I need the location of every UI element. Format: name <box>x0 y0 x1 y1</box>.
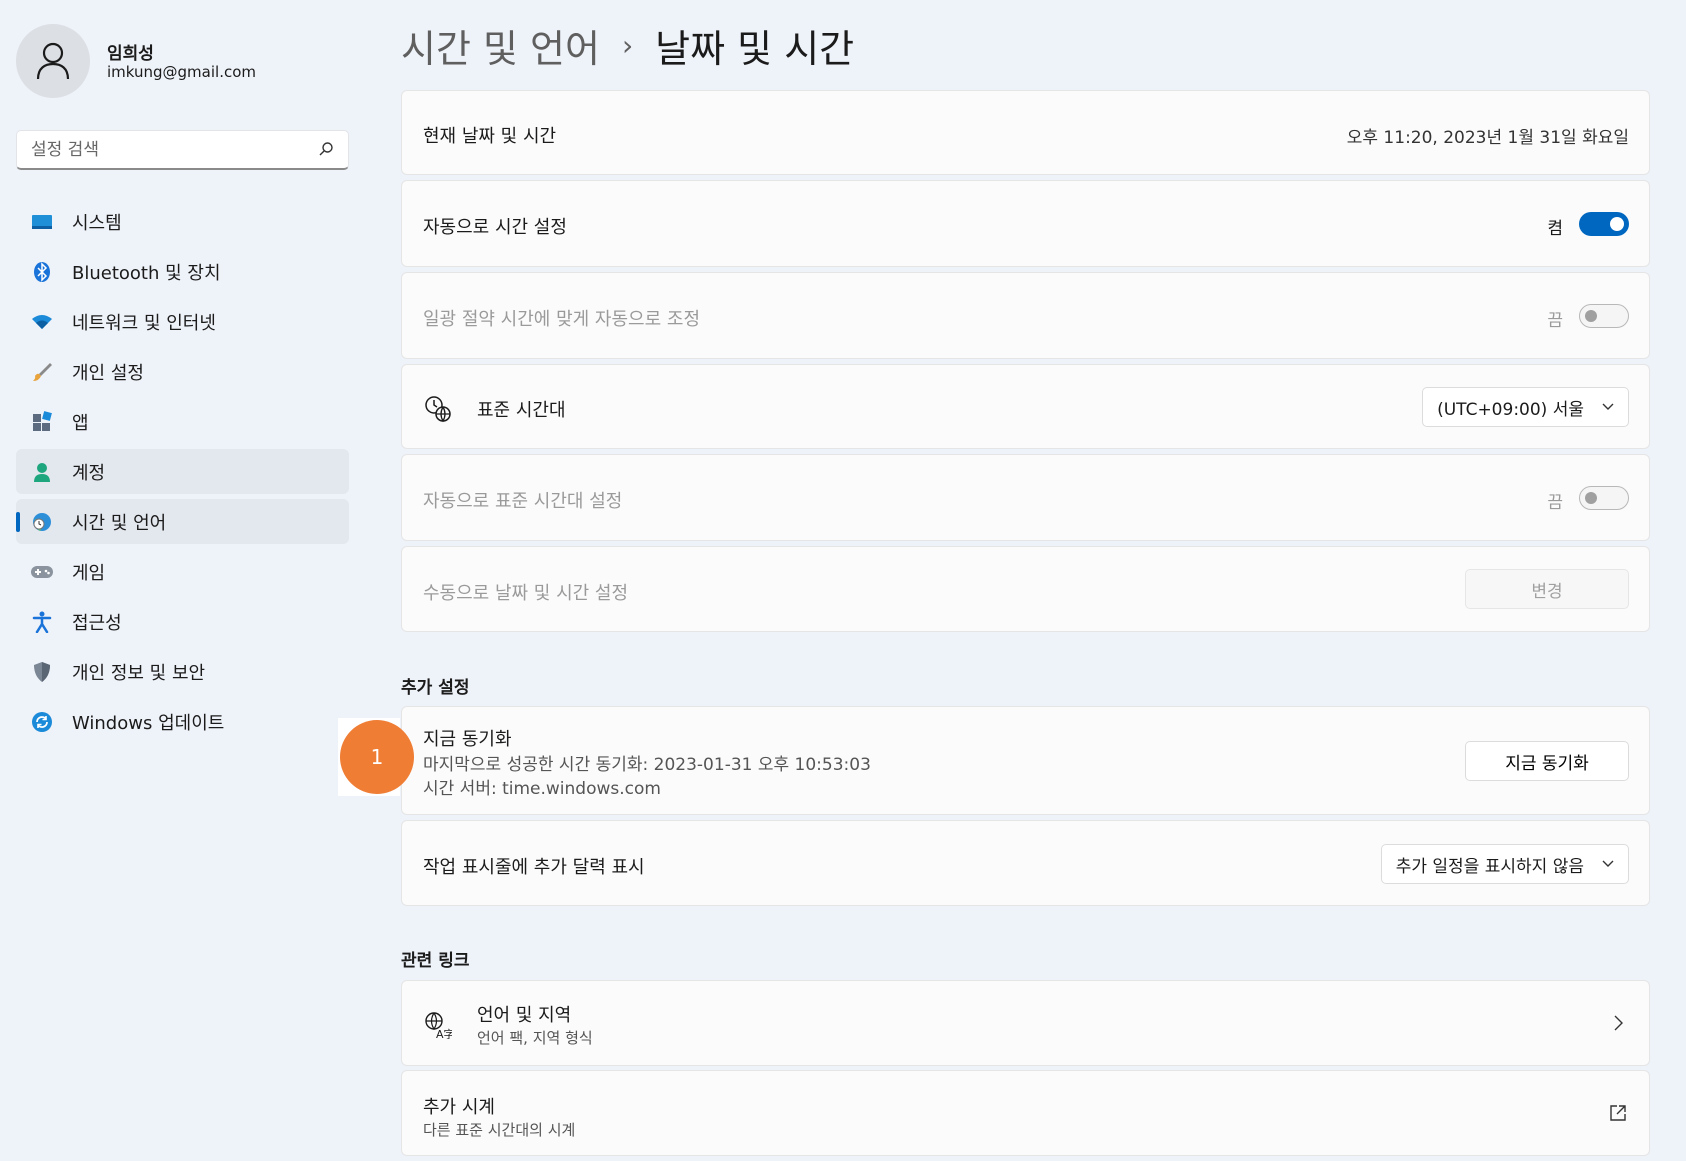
additional-clocks-card[interactable]: 추가 시계 다른 표준 시간대의 시계 <box>401 1070 1650 1156</box>
toggle-knob <box>1610 217 1624 231</box>
system-icon <box>30 210 54 234</box>
auto-time-card: 자동으로 시간 설정 켬 <box>401 180 1650 267</box>
taskbar-calendar-card: 작업 표시줄에 추가 달력 표시 추가 일정을 표시하지 않음 <box>401 820 1650 906</box>
wifi-icon <box>30 310 54 334</box>
time-language-icon <box>30 510 54 534</box>
chevron-right-icon <box>1614 1015 1623 1035</box>
dst-state: 끔 <box>1547 311 1563 331</box>
search-input[interactable] <box>29 139 313 161</box>
search-icon[interactable] <box>318 141 334 161</box>
bluetooth-icon <box>30 260 54 284</box>
sync-now-button[interactable]: 지금 동기화 <box>1465 741 1629 781</box>
manual-datetime-label: 수동으로 날짜 및 시간 설정 <box>423 583 629 604</box>
breadcrumb: 시간 및 언어 › 날짜 및 시간 <box>401 18 854 73</box>
accessibility-icon <box>30 610 54 634</box>
sidebar: 임희성 imkung@gmail.com 시스템 Bluetooth 및 장치 … <box>0 0 370 1161</box>
apps-icon <box>30 410 54 434</box>
search-box[interactable] <box>16 130 349 170</box>
sidebar-item-label: 네트워크 및 인터넷 <box>72 312 216 334</box>
shield-icon <box>30 660 54 684</box>
sidebar-item-network[interactable]: 네트워크 및 인터넷 <box>16 299 349 344</box>
timezone-label: 표준 시간대 <box>477 400 566 421</box>
dst-label: 일광 절약 시간에 맞게 자동으로 조정 <box>423 309 701 330</box>
account-icon <box>30 460 54 484</box>
sidebar-item-privacy[interactable]: 개인 정보 및 보안 <box>16 649 349 694</box>
chevron-down-icon <box>1602 403 1614 411</box>
sidebar-item-apps[interactable]: 앱 <box>16 399 349 444</box>
additional-clocks-label: 추가 시계 <box>423 1097 495 1118</box>
sync-card: 지금 동기화 마지막으로 성공한 시간 동기화: 2023-01-31 오후 1… <box>401 706 1650 815</box>
sidebar-item-gaming[interactable]: 게임 <box>16 549 349 594</box>
auto-timezone-state: 끔 <box>1547 493 1563 513</box>
last-sync-text: 마지막으로 성공한 시간 동기화: 2023-01-31 오후 10:53:03 <box>423 755 871 775</box>
sidebar-item-label: Windows 업데이트 <box>72 712 225 734</box>
sidebar-item-label: 개인 정보 및 보안 <box>72 662 206 684</box>
additional-clocks-sub: 다른 표준 시간대의 시계 <box>423 1121 576 1139</box>
additional-settings-heading: 추가 설정 <box>401 678 470 698</box>
auto-timezone-label: 자동으로 표준 시간대 설정 <box>423 491 623 512</box>
auto-time-toggle[interactable] <box>1579 212 1629 236</box>
taskbar-calendar-label: 작업 표시줄에 추가 달력 표시 <box>423 857 645 878</box>
timezone-card: 표준 시간대 (UTC+09:00) 서울 <box>401 364 1650 449</box>
sidebar-item-label: 계정 <box>72 462 106 484</box>
sidebar-item-label: 시간 및 언어 <box>72 512 167 534</box>
sidebar-item-accessibility[interactable]: 접근성 <box>16 599 349 644</box>
dst-card: 일광 절약 시간에 맞게 자동으로 조정 끔 <box>401 272 1650 359</box>
sidebar-item-personalization[interactable]: 개인 설정 <box>16 349 349 394</box>
language-icon: A字 <box>424 1011 455 1043</box>
sidebar-item-time-language[interactable]: 시간 및 언어 <box>16 499 349 544</box>
timezone-value: (UTC+09:00) 서울 <box>1437 399 1584 420</box>
page-title: 날짜 및 시간 <box>655 27 855 71</box>
language-region-card[interactable]: A字 언어 및 지역 언어 팩, 지역 형식 <box>401 980 1650 1066</box>
sidebar-item-windows-update[interactable]: Windows 업데이트 <box>16 699 349 744</box>
calendar-dropdown[interactable]: 추가 일정을 표시하지 않음 <box>1380 844 1629 884</box>
user-name: 임희성 <box>107 44 154 64</box>
timezone-globe-icon <box>424 395 452 427</box>
update-icon <box>30 710 54 734</box>
gamepad-icon <box>30 560 54 584</box>
sidebar-item-label: 앱 <box>72 412 89 434</box>
user-icon <box>36 42 70 80</box>
sidebar-item-label: 접근성 <box>72 612 122 634</box>
breadcrumb-separator: › <box>621 29 634 62</box>
avatar[interactable] <box>16 24 90 98</box>
sidebar-item-accounts[interactable]: 계정 <box>16 449 349 494</box>
user-email: imkung@gmail.com <box>107 63 257 81</box>
sidebar-item-label: 시스템 <box>72 212 122 234</box>
toggle-knob <box>1585 310 1597 322</box>
language-region-label: 언어 및 지역 <box>477 1005 572 1026</box>
change-button[interactable]: 변경 <box>1465 569 1629 609</box>
sidebar-item-bluetooth[interactable]: Bluetooth 및 장치 <box>16 249 349 294</box>
time-server-text: 시간 서버: time.windows.com <box>423 779 661 799</box>
manual-datetime-card: 수동으로 날짜 및 시간 설정 변경 <box>401 546 1650 632</box>
dst-toggle[interactable] <box>1579 304 1629 328</box>
sidebar-item-label: Bluetooth 및 장치 <box>72 262 221 284</box>
svg-text:A字: A字 <box>436 1027 452 1039</box>
language-region-sub: 언어 팩, 지역 형식 <box>477 1029 593 1047</box>
sync-label: 지금 동기화 <box>423 729 512 750</box>
selection-indicator <box>16 512 20 532</box>
auto-time-state: 켬 <box>1547 219 1563 239</box>
auto-timezone-toggle[interactable] <box>1579 486 1629 510</box>
chevron-down-icon <box>1602 860 1614 868</box>
sidebar-item-label: 개인 설정 <box>72 362 144 384</box>
brush-icon <box>30 360 54 384</box>
sidebar-item-system[interactable]: 시스템 <box>16 199 349 244</box>
current-datetime-label: 현재 날짜 및 시간 <box>423 126 557 147</box>
annotation-badge: 1 <box>340 720 414 794</box>
external-link-icon <box>1609 1104 1627 1126</box>
related-links-heading: 관련 링크 <box>401 951 470 971</box>
current-datetime-card: 현재 날짜 및 시간 오후 11:20, 2023년 1월 31일 화요일 <box>401 90 1650 175</box>
toggle-knob <box>1585 492 1597 504</box>
current-datetime-value: 오후 11:20, 2023년 1월 31일 화요일 <box>1346 128 1629 148</box>
breadcrumb-parent[interactable]: 시간 및 언어 <box>401 18 600 73</box>
auto-time-label: 자동으로 시간 설정 <box>423 217 567 238</box>
timezone-dropdown[interactable]: (UTC+09:00) 서울 <box>1422 387 1629 427</box>
calendar-value: 추가 일정을 표시하지 않음 <box>1395 856 1584 877</box>
sidebar-item-label: 게임 <box>72 562 106 584</box>
auto-timezone-card: 자동으로 표준 시간대 설정 끔 <box>401 454 1650 541</box>
